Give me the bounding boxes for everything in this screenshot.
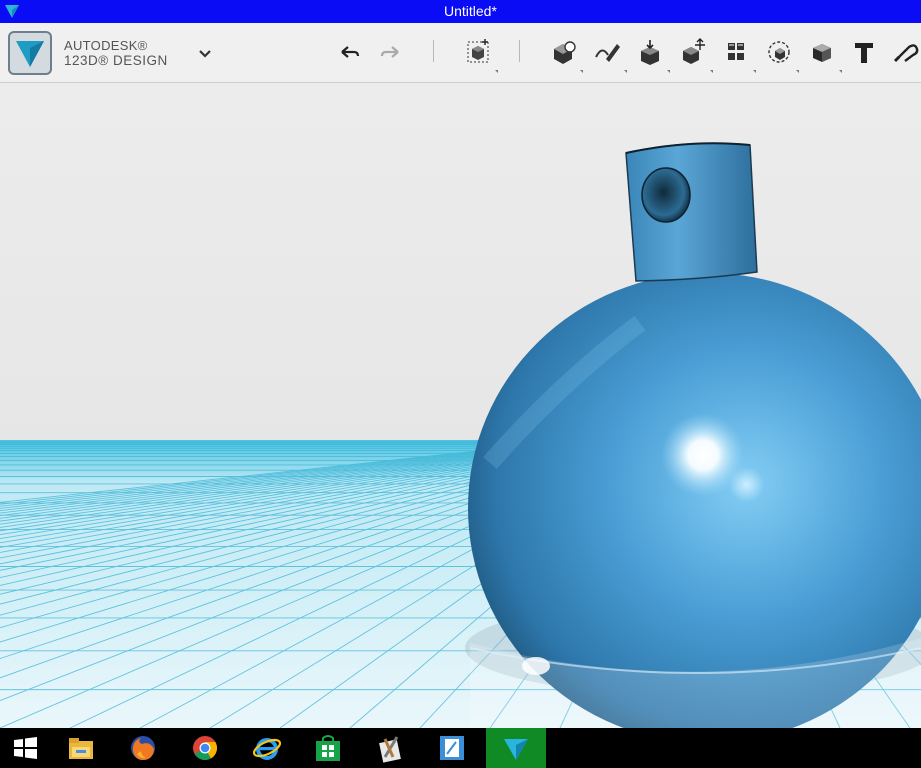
windows-start-icon [14,737,37,759]
redo-button[interactable] [376,37,406,67]
combine-button[interactable] [807,37,842,73]
taskbar-123d-design[interactable] [486,728,546,768]
undo-button[interactable] [334,37,364,67]
chrome-icon [193,736,218,761]
transform-button[interactable] [463,37,498,73]
primitives-button[interactable] [548,37,583,73]
pattern-icon [728,43,744,60]
combine-icon [813,44,831,62]
cylinder-hole [641,167,691,223]
pattern-button[interactable] [721,37,756,73]
text-button[interactable] [849,37,879,67]
tools-app-icon [379,736,401,763]
app-menu-chevron-icon[interactable] [196,46,214,60]
taskbar-file-explorer[interactable] [51,728,111,768]
internet-explorer-icon [252,738,282,760]
firefox-icon [131,736,155,760]
group-button[interactable] [764,37,799,73]
redo-icon [380,46,399,58]
design-viewport[interactable] [0,83,921,728]
brand-line-2: 123D® DESIGN [64,53,168,68]
taskbar-store[interactable] [298,728,358,768]
taskbar-firefox[interactable] [113,728,173,768]
notes-app-icon [440,736,464,760]
cylinder-model[interactable] [625,142,758,282]
snap-button[interactable] [891,37,921,67]
brand-line-1: AUTODESK® [64,38,148,53]
taskbar-notes-app[interactable] [422,728,482,768]
modify-icon [683,38,705,64]
primitives-icon [554,41,576,64]
taskbar-internet-explorer[interactable] [237,728,297,768]
123d-logo-icon [8,31,52,75]
taskbar-tools-app[interactable] [360,728,420,768]
main-toolbar: AUTODESK® 123D® DESIGN [0,23,921,83]
text-icon [855,43,873,63]
toolbar-separator [433,40,434,62]
title-bar: Untitled* [0,0,921,23]
123d-design-icon [504,739,528,760]
taskbar-chrome[interactable] [175,728,235,768]
transform-icon [467,39,489,63]
windows-store-icon [316,735,340,761]
undo-icon [341,46,360,58]
sketch-button[interactable] [592,37,627,73]
app-logo[interactable] [8,31,52,75]
window-title: Untitled* [444,3,497,19]
file-explorer-icon [69,738,93,759]
3d-scene[interactable] [0,83,921,728]
toolbar-separator [519,40,520,62]
construct-icon [641,40,659,65]
sketch-icon [595,44,620,62]
construct-button[interactable] [635,37,670,73]
group-icon [768,41,790,63]
modify-button[interactable] [678,37,713,73]
start-button[interactable] [0,728,55,768]
windows-taskbar [0,728,921,768]
snap-icon [893,44,919,63]
